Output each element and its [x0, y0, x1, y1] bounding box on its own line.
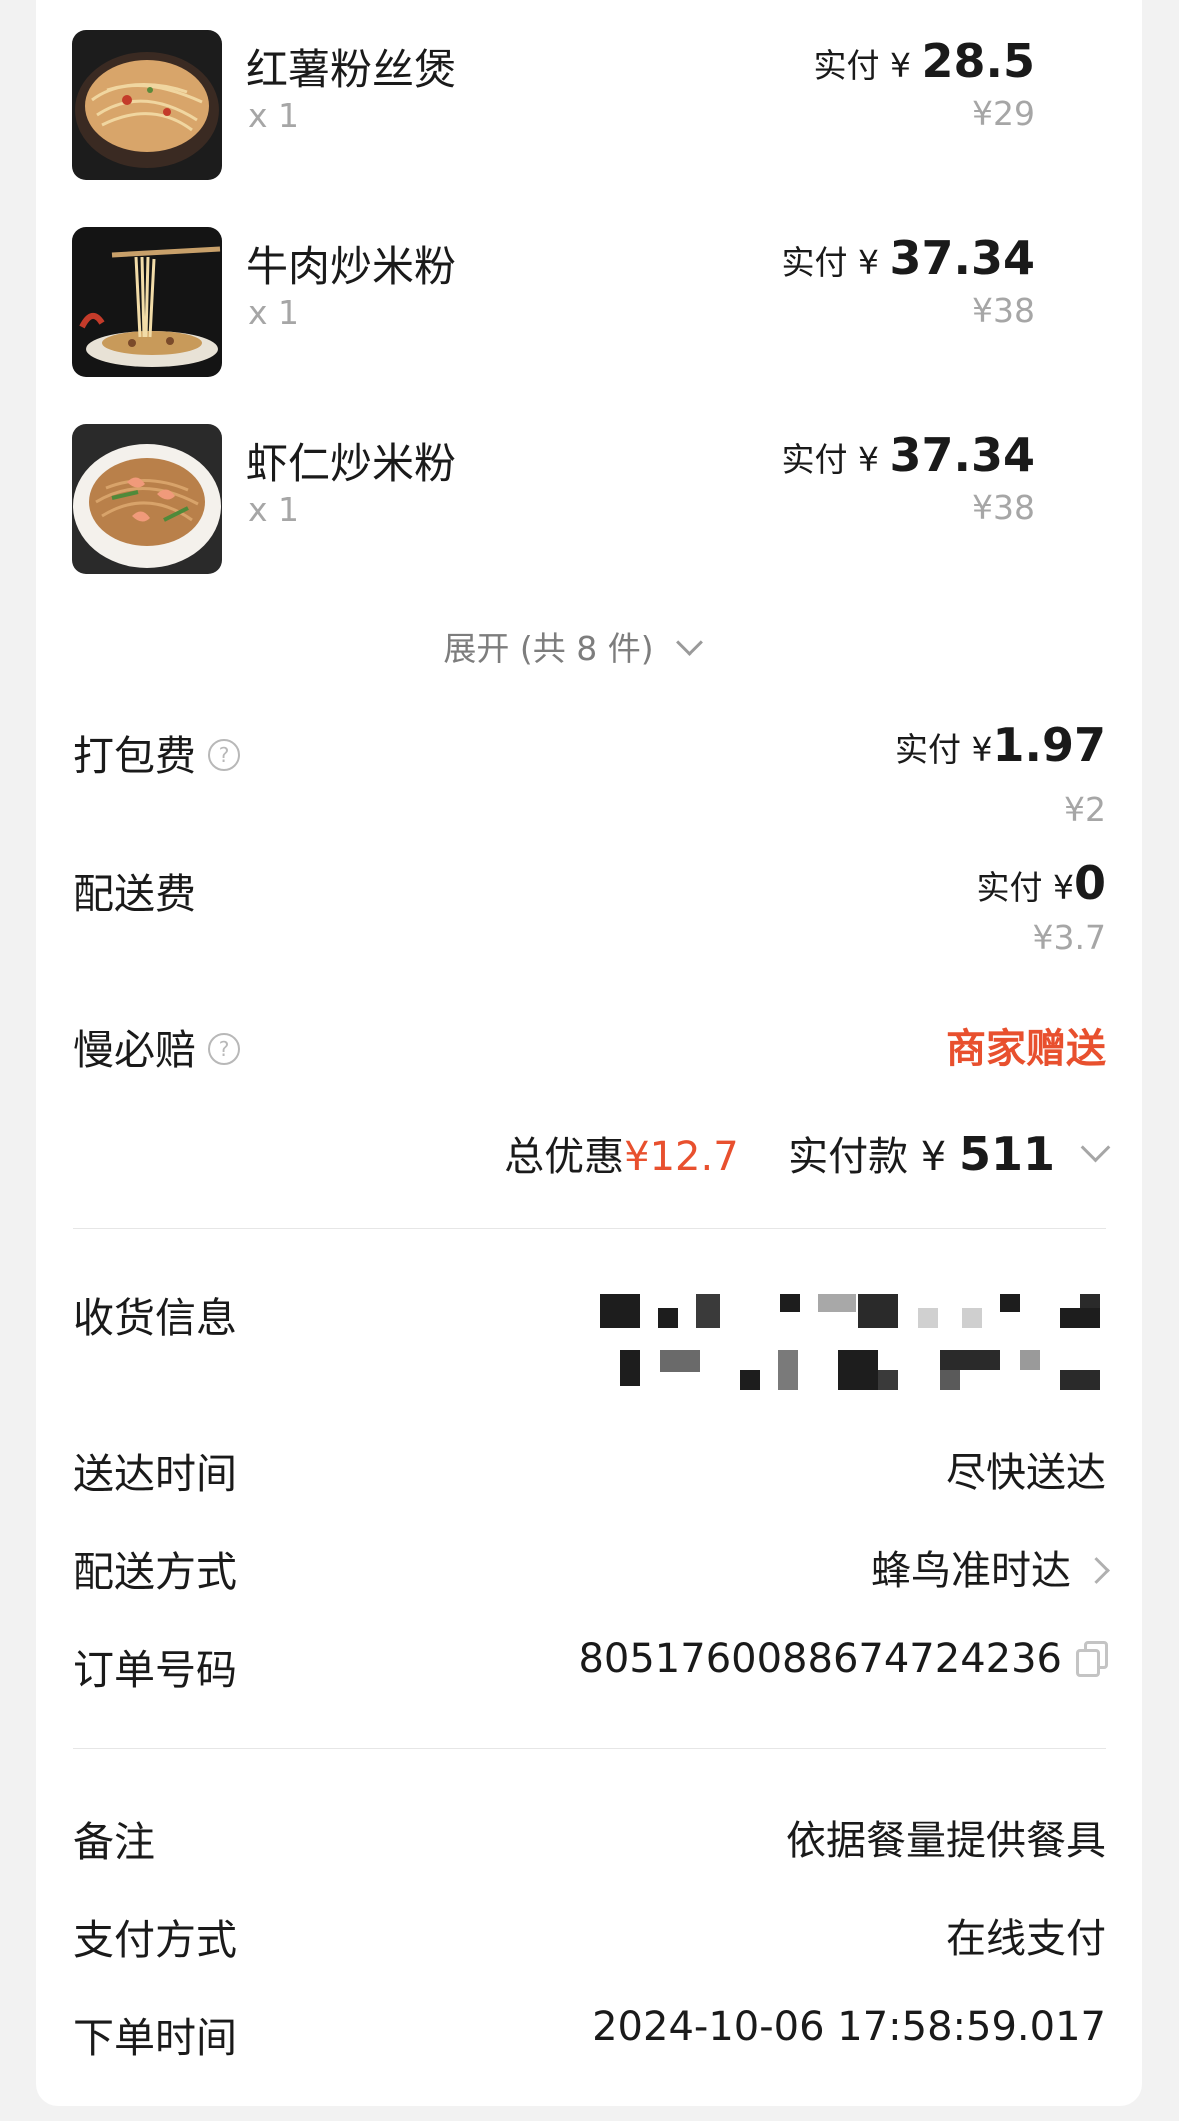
receiver-info-label: 收货信息 [73, 1294, 237, 1342]
order-time-label: 下单时间 [73, 2014, 237, 2062]
packing-fee-text: 打包费 [73, 732, 196, 780]
order-time-value: 2024-10-06 17:58:59.017 [592, 2004, 1106, 2050]
chevron-right-icon [1083, 1557, 1110, 1584]
order-number-text: 8051760088674724236 [578, 1636, 1062, 1682]
paid-total-amount: 511 [958, 1127, 1055, 1181]
item-quantity: x 1 [248, 96, 300, 135]
late-compensation-text: 慢必赔 [73, 1026, 196, 1074]
discount-amount: ¥12.7 [624, 1134, 739, 1180]
order-item[interactable]: 红薯粉丝煲 x 1 实付 ¥ 28.5 ¥29 [36, 30, 1106, 182]
paid-prefix: 实付 ¥ [781, 243, 890, 282]
remark-value: 依据餐量提供餐具 [786, 1818, 1106, 1864]
dish-image [72, 30, 222, 180]
item-quantity: x 1 [248, 293, 300, 332]
item-name: 虾仁炒米粉 [246, 439, 457, 488]
divider [73, 1228, 1106, 1229]
order-number-value: 8051760088674724236 [578, 1636, 1108, 1682]
expand-label: 展开 (共 8 件) [443, 629, 654, 668]
paid-amount: 37.34 [889, 428, 1035, 482]
item-original-price: ¥29 [972, 94, 1035, 133]
item-original-price: ¥38 [972, 488, 1035, 527]
help-icon[interactable]: ? [208, 1033, 240, 1065]
item-quantity: x 1 [248, 490, 300, 529]
item-name: 红薯粉丝煲 [246, 45, 457, 94]
order-number-label: 订单号码 [73, 1646, 237, 1694]
help-icon[interactable]: ? [208, 739, 240, 771]
paid-prefix: 实付 ¥ [895, 730, 993, 769]
item-paid-price: 实付 ¥ 28.5 [814, 34, 1035, 88]
paid-amount: 0 [1073, 856, 1106, 910]
dish-image [72, 424, 222, 574]
order-item[interactable]: 虾仁炒米粉 x 1 实付 ¥ 37.34 ¥38 [36, 424, 1106, 576]
paid-prefix: 实付 ¥ [813, 46, 922, 85]
payment-method-value: 在线支付 [946, 1916, 1106, 1962]
item-paid-price: 实付 ¥ 37.34 [782, 428, 1036, 482]
packing-fee-original: ¥2 [1064, 790, 1106, 829]
late-compensation-value: 商家赠送 [946, 1026, 1106, 1072]
item-original-price: ¥38 [972, 291, 1035, 330]
remark-label: 备注 [73, 1818, 155, 1866]
dish-image [72, 227, 222, 377]
delivery-method-label: 配送方式 [73, 1548, 237, 1596]
copy-icon[interactable] [1076, 1641, 1108, 1677]
discount-label: 总优惠 [504, 1134, 625, 1180]
packing-fee-label: 打包费? [73, 722, 240, 782]
item-name: 牛肉炒米粉 [246, 242, 457, 291]
divider [73, 1748, 1106, 1749]
item-paid-price: 实付 ¥ 37.34 [782, 231, 1036, 285]
packing-fee-paid: 实付 ¥1.97 [895, 718, 1106, 772]
delivery-fee-original: ¥3.7 [1032, 918, 1106, 957]
delivery-time-label: 送达时间 [73, 1450, 237, 1498]
delivery-fee-paid: 实付 ¥0 [976, 856, 1106, 910]
delivery-method-value[interactable]: 蜂鸟准时达 [871, 1538, 1110, 1596]
order-item[interactable]: 牛肉炒米粉 x 1 实付 ¥ 37.34 ¥38 [36, 227, 1106, 379]
order-summary[interactable]: 总优惠¥12.7 实付款 ¥ 511 [504, 1124, 1111, 1182]
paid-total-label: 实付款 ¥ [788, 1134, 959, 1180]
paid-amount: 28.5 [921, 34, 1036, 88]
expand-items-button[interactable]: 展开 (共 8 件) [36, 622, 1106, 670]
chevron-down-icon [1080, 1132, 1111, 1163]
paid-amount: 37.34 [889, 231, 1035, 285]
late-compensation-label: 慢必赔? [73, 1016, 240, 1076]
delivery-fee-label: 配送费 [73, 870, 196, 918]
payment-method-label: 支付方式 [73, 1916, 237, 1964]
delivery-method-text: 蜂鸟准时达 [871, 1548, 1071, 1594]
paid-prefix: 实付 ¥ [781, 440, 890, 479]
paid-amount: 1.97 [992, 718, 1107, 772]
redacted-address [600, 1290, 1160, 1400]
delivery-time-value: 尽快送达 [946, 1450, 1106, 1496]
chevron-down-icon [675, 629, 703, 656]
paid-prefix: 实付 ¥ [976, 868, 1074, 907]
